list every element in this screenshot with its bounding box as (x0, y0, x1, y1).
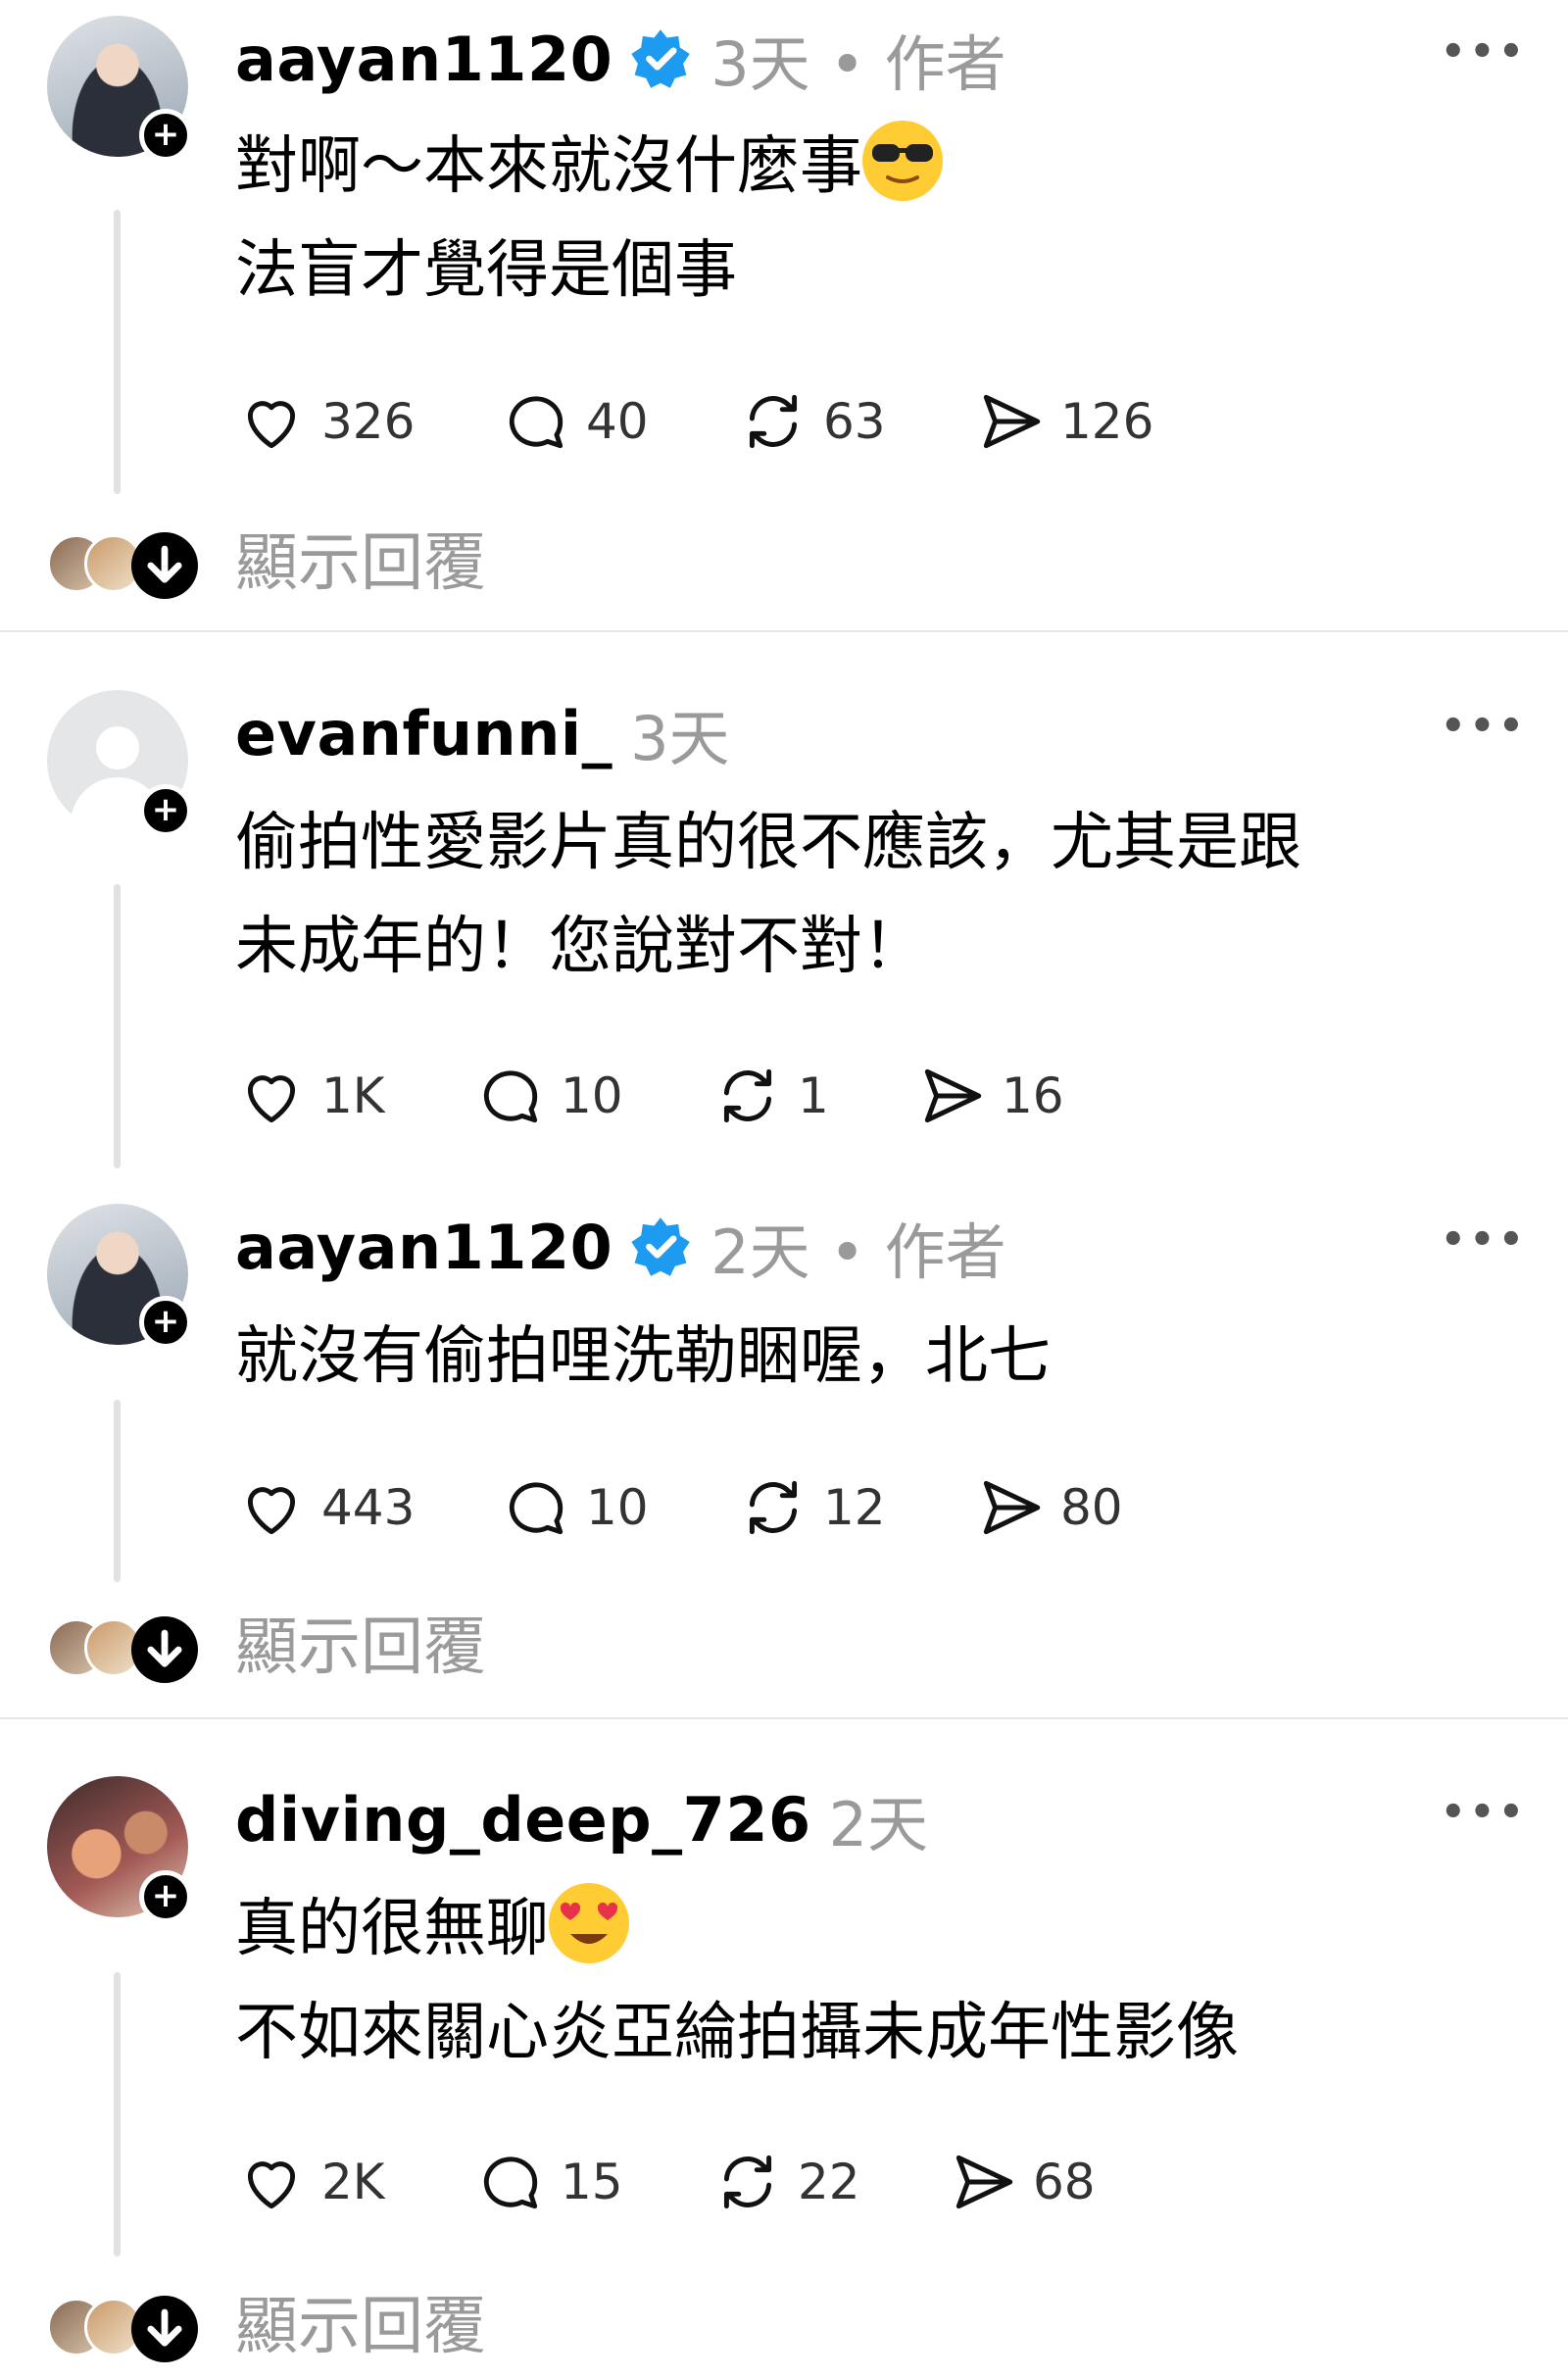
sunglasses-emoji-icon (862, 121, 943, 201)
thread-line (114, 1400, 121, 1582)
show-replies-link[interactable]: 顯示回覆 (235, 524, 486, 603)
more-options-icon[interactable]: ••• (1441, 1217, 1528, 1263)
username[interactable]: aayan1120 (235, 24, 612, 95)
comment-count: 10 (561, 1067, 623, 1124)
repost-button[interactable]: 22 (711, 2143, 860, 2221)
post-text-line: 法盲才覺得是個事 (235, 234, 737, 307)
send-icon (924, 1068, 982, 1123)
comment-icon (483, 1070, 538, 1123)
like-count: 1K (321, 1067, 385, 1124)
expand-replies-icon[interactable] (131, 532, 198, 599)
comment-icon (483, 2156, 538, 2209)
heart-icon (247, 1075, 296, 1123)
like-count: 326 (321, 393, 416, 450)
post-text-line: 未成年的！您說對不對！ (235, 911, 925, 983)
like-count: 2K (321, 2154, 385, 2210)
like-button[interactable]: 326 (235, 382, 415, 461)
repost-icon (749, 1480, 798, 1535)
thread-line (114, 884, 121, 1168)
divider (0, 1717, 1568, 1719)
verified-badge-icon (631, 1217, 690, 1276)
comment-count: 40 (586, 393, 649, 450)
post-text-line: 對啊～本來就沒什麼事 (235, 116, 943, 218)
username[interactable]: aayan1120 (235, 1212, 612, 1283)
repost-icon (723, 2155, 772, 2209)
show-replies-link[interactable]: 顯示回覆 (235, 1609, 486, 1687)
heart-icon (247, 2161, 296, 2209)
expand-replies-icon[interactable] (131, 1616, 198, 1683)
repost-icon (723, 1068, 772, 1123)
share-count: 80 (1060, 1479, 1123, 1536)
share-count: 16 (1002, 1067, 1064, 1124)
repost-button[interactable]: 63 (737, 382, 886, 461)
like-count: 443 (321, 1479, 416, 1536)
threads-feed: + aayan1120 3天 • 作者 ••• 對啊～本來就沒什麼事 法盲才覺得… (0, 0, 1568, 2379)
divider (0, 630, 1568, 632)
follow-plus-icon[interactable]: + (139, 784, 192, 837)
thread-line (114, 1972, 121, 2256)
post-text-line: 就沒有偷拍哩洗勒睏喔，北七 (235, 1320, 1051, 1393)
thread-line (114, 210, 121, 494)
share-button[interactable]: 126 (974, 382, 1153, 461)
post-meta: 3天 • 作者 (710, 28, 1006, 100)
follow-plus-icon[interactable]: + (139, 1870, 192, 1923)
post-text-line: 偷拍性愛影片真的很不應該，尤其是跟 (235, 807, 1301, 879)
repost-button[interactable]: 1 (711, 1057, 829, 1135)
follow-plus-icon[interactable]: + (139, 109, 192, 162)
comment-icon (509, 1482, 564, 1535)
post-text-line: 不如來關心炎亞綸拍攝未成年性影像 (235, 1997, 1239, 2069)
show-replies-row[interactable]: 顯示回覆 (47, 524, 929, 603)
username[interactable]: diving_deep_726 (235, 1784, 811, 1856)
heart-icon (247, 1487, 296, 1535)
show-replies-link[interactable]: 顯示回覆 (235, 2288, 486, 2366)
more-options-icon[interactable]: ••• (1441, 29, 1528, 74)
share-button[interactable]: 68 (947, 2143, 1096, 2221)
repost-count: 1 (798, 1067, 829, 1124)
heart-icon (247, 401, 296, 449)
share-count: 68 (1033, 2154, 1096, 2210)
expand-replies-icon[interactable] (131, 2296, 198, 2362)
follow-plus-icon[interactable]: + (139, 1296, 192, 1349)
repost-count: 12 (823, 1479, 886, 1536)
repost-count: 22 (798, 2154, 860, 2210)
show-replies-row[interactable]: 顯示回覆 (47, 2288, 929, 2366)
send-icon (983, 1480, 1041, 1535)
share-button[interactable]: 80 (974, 1468, 1123, 1547)
heart-eyes-emoji-icon (549, 1883, 629, 1963)
comment-button[interactable]: 15 (474, 2143, 623, 2221)
send-icon (983, 394, 1041, 449)
username[interactable]: evanfunni_ (235, 698, 612, 769)
like-button[interactable]: 443 (235, 1468, 415, 1547)
send-icon (956, 2155, 1013, 2209)
like-button[interactable]: 1K (235, 1057, 385, 1135)
comment-icon (509, 396, 564, 449)
post-meta: 2天 • 作者 (710, 1216, 1006, 1288)
repost-icon (749, 394, 798, 449)
share-button[interactable]: 16 (915, 1057, 1064, 1135)
comment-count: 15 (561, 2154, 623, 2210)
comment-count: 10 (586, 1479, 649, 1536)
repost-count: 63 (823, 393, 886, 450)
verified-badge-icon (631, 29, 690, 88)
show-replies-row[interactable]: 顯示回覆 (47, 1609, 929, 1687)
post-text-line: 真的很無聊 (235, 1878, 629, 1980)
more-options-icon[interactable]: ••• (1441, 1790, 1528, 1835)
share-count: 126 (1060, 393, 1154, 450)
comment-button[interactable]: 10 (474, 1057, 623, 1135)
repost-button[interactable]: 12 (737, 1468, 886, 1547)
post-meta: 3天 (630, 703, 730, 774)
like-button[interactable]: 2K (235, 2143, 385, 2221)
post-meta: 2天 (828, 1789, 929, 1860)
comment-button[interactable]: 40 (500, 382, 649, 461)
more-options-icon[interactable]: ••• (1441, 704, 1528, 749)
comment-button[interactable]: 10 (500, 1468, 649, 1547)
